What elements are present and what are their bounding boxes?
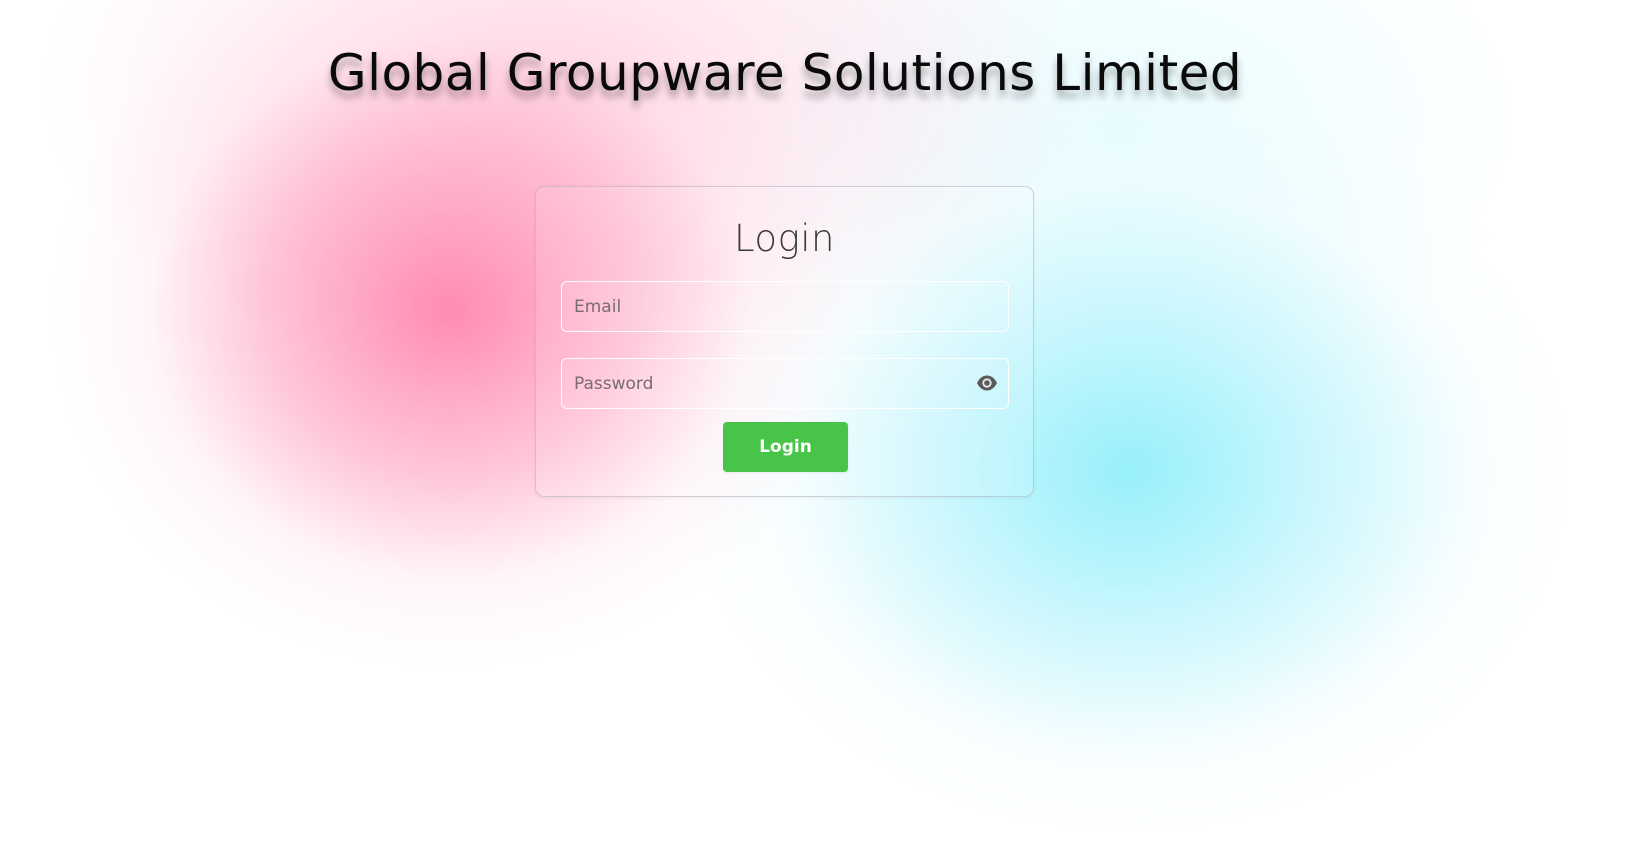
eye-icon[interactable] [976, 374, 998, 392]
login-title: Login [733, 217, 836, 260]
email-input[interactable] [562, 282, 1008, 331]
site-title: Global Groupware Solutions Limited [327, 44, 1243, 102]
password-field-container [561, 358, 1009, 409]
password-input[interactable] [562, 359, 1008, 408]
email-field-container [561, 281, 1009, 332]
login-card: Login Login [535, 186, 1034, 497]
login-button[interactable]: Login [723, 422, 848, 472]
eye-icon-graphic [977, 375, 997, 391]
